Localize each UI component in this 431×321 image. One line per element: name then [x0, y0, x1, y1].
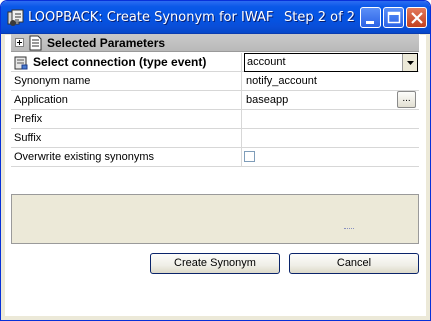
minimize-icon: [366, 21, 374, 24]
window-title: LOOPBACK: Create Synonym for IWAF: [28, 10, 274, 25]
browse-button[interactable]: ...: [397, 91, 416, 108]
synonym-name-row[interactable]: Synonym name notify_account: [11, 72, 419, 91]
parameters-grid: Selected Parameters Select connection (t…: [11, 34, 420, 220]
grid-section-header[interactable]: Selected Parameters: [11, 34, 419, 52]
cancel-button[interactable]: Cancel: [289, 253, 419, 274]
connection-row: Select connection (type event) account: [11, 53, 419, 72]
description-pane: [11, 194, 419, 244]
chevron-down-icon: [407, 61, 414, 65]
close-button[interactable]: [406, 7, 427, 28]
suffix-label: Suffix: [11, 129, 242, 148]
overwrite-checkbox[interactable]: [244, 151, 255, 162]
application-row[interactable]: Application baseapp ...: [11, 91, 419, 110]
step-indicator: Step 2 of 2: [284, 10, 356, 25]
connection-icon: [14, 56, 28, 70]
create-synonym-dialog: LOOPBACK: Create Synonym for IWAF Step 2…: [0, 0, 431, 321]
connection-select[interactable]: account: [244, 53, 418, 72]
suffix-row[interactable]: Suffix: [11, 129, 419, 148]
connection-label-text: Select connection (type event): [33, 55, 207, 69]
synonym-name-value[interactable]: notify_account: [246, 75, 317, 87]
create-synonym-button[interactable]: Create Synonym: [150, 253, 280, 274]
dropdown-button[interactable]: [402, 54, 417, 71]
prefix-label: Prefix: [11, 110, 242, 129]
expand-icon[interactable]: [15, 38, 24, 47]
minimize-button[interactable]: [360, 7, 381, 28]
section-title: Selected Parameters: [47, 36, 166, 50]
prefix-row[interactable]: Prefix: [11, 110, 419, 129]
overwrite-row: Overwrite existing synonyms: [11, 148, 419, 167]
maximize-button[interactable]: [383, 7, 404, 28]
description-indicator: [344, 228, 354, 229]
title-bar[interactable]: LOOPBACK: Create Synonym for IWAF Step 2…: [1, 1, 430, 34]
close-icon: [411, 12, 423, 24]
synonym-name-label: Synonym name: [11, 72, 242, 91]
connection-select-value: account: [247, 56, 286, 68]
document-icon: [29, 35, 42, 51]
app-icon: [7, 9, 24, 26]
maximize-icon: [387, 11, 401, 24]
overwrite-label: Overwrite existing synonyms: [11, 148, 242, 167]
application-label: Application: [11, 91, 242, 110]
connection-label: Select connection (type event): [11, 53, 242, 72]
application-value[interactable]: baseapp: [246, 94, 288, 106]
